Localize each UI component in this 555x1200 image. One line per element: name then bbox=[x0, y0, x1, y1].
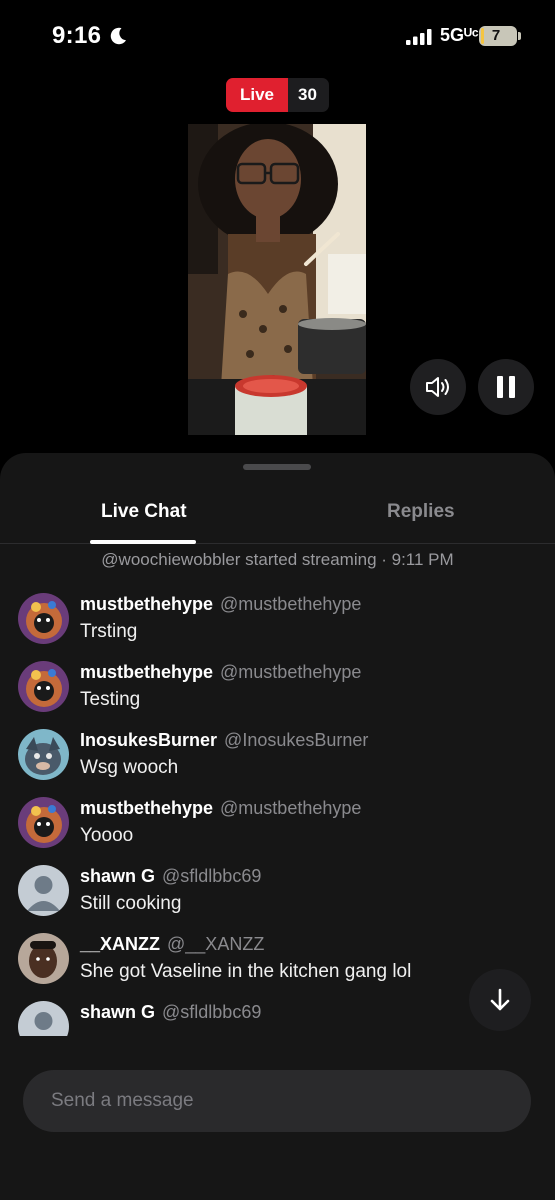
chat-message[interactable]: mustbethehype @mustbethehype Testing bbox=[0, 649, 555, 717]
battery-tip bbox=[518, 32, 521, 40]
chat-list[interactable]: mustbethehype @mustbethehype Trsting mustbe… bbox=[0, 581, 555, 1036]
display-name: shawn G bbox=[80, 866, 156, 886]
speaker-icon bbox=[426, 377, 449, 397]
tab-replies[interactable]: Replies bbox=[387, 501, 455, 523]
avatar[interactable] bbox=[18, 865, 69, 916]
chat-message-text: Testing bbox=[80, 689, 141, 710]
chat-message-text: Wsg wooch bbox=[80, 757, 179, 778]
avatar[interactable] bbox=[18, 933, 69, 984]
avatar[interactable] bbox=[18, 593, 69, 644]
sheet-handle[interactable] bbox=[243, 464, 311, 470]
live-indicator: Live 30 bbox=[226, 78, 329, 112]
chat-message[interactable]: __XANZZ @__XANZZ She got Vaseline in the k… bbox=[0, 921, 555, 989]
avatar[interactable] bbox=[18, 1001, 69, 1036]
chat-message[interactable]: shawn G @sfldlbbc69 Still cooking bbox=[0, 853, 555, 921]
chat-username[interactable]: shawn G @sfldlbbc69 bbox=[80, 1002, 261, 1023]
display-name: mustbethehype bbox=[80, 594, 214, 614]
network-type: 5Gᵁᶜ bbox=[440, 25, 479, 45]
chat-username[interactable]: __XANZZ @__XANZZ bbox=[80, 934, 264, 955]
user-handle: @sfldlbbc69 bbox=[162, 1002, 262, 1022]
message-input[interactable] bbox=[23, 1070, 531, 1132]
composer bbox=[0, 1036, 555, 1200]
chat-message[interactable]: mustbethehype @mustbethehype Trsting bbox=[0, 581, 555, 649]
status-bar: 9:16 5Gᵁᶜ 7 bbox=[0, 0, 555, 72]
chat-message[interactable]: InosukesBurner @InosukesBurner Wsg wooch bbox=[0, 717, 555, 785]
user-handle: @mustbethehype bbox=[220, 594, 362, 614]
avatar[interactable] bbox=[18, 797, 69, 848]
battery-icon: 7 bbox=[479, 26, 521, 46]
pause-icon bbox=[497, 376, 515, 398]
signal-icon bbox=[406, 29, 432, 45]
user-handle: @mustbethehype bbox=[220, 798, 362, 818]
user-handle: @InosukesBurner bbox=[224, 730, 369, 750]
video-frame bbox=[188, 124, 366, 435]
user-handle: @mustbethehype bbox=[220, 662, 362, 682]
display-name: InosukesBurner bbox=[80, 730, 218, 750]
chat-username[interactable]: mustbethehype @mustbethehype bbox=[80, 594, 361, 615]
display-name: mustbethehype bbox=[80, 798, 214, 818]
chat-tabs: Live Chat Replies bbox=[0, 493, 555, 544]
scroll-to-latest-button[interactable] bbox=[469, 969, 531, 1031]
volume-button[interactable] bbox=[410, 359, 466, 415]
chat-message-text: She got Vaseline in the kitchen gang lol bbox=[80, 961, 412, 982]
display-name: shawn G bbox=[80, 1002, 156, 1022]
video-player[interactable] bbox=[188, 124, 366, 435]
chat-username[interactable]: shawn G @sfldlbbc69 bbox=[80, 866, 261, 887]
viewer-count: 30 bbox=[288, 78, 329, 112]
chat-message-text: Yoooo bbox=[80, 825, 134, 846]
chat-sheet: Live Chat Replies @woochiewobbler starte… bbox=[0, 453, 555, 1200]
arrow-down-icon bbox=[490, 988, 510, 1011]
status-time: 9:16 bbox=[52, 22, 102, 49]
stream-started-message: @woochiewobbler started streaming · 9:11… bbox=[101, 550, 454, 569]
battery-percent: 7 bbox=[491, 27, 501, 44]
moon-icon bbox=[110, 27, 126, 45]
chat-message-text: Still cooking bbox=[80, 893, 182, 914]
chat-username[interactable]: InosukesBurner @InosukesBurner bbox=[80, 730, 368, 751]
live-label: Live bbox=[226, 78, 289, 112]
active-tab-indicator bbox=[90, 540, 196, 544]
pause-button[interactable] bbox=[478, 359, 534, 415]
chat-message-text: Trsting bbox=[80, 621, 138, 642]
user-handle: @sfldlbbc69 bbox=[162, 866, 262, 886]
chat-username[interactable]: mustbethehype @mustbethehype bbox=[80, 798, 361, 819]
display-name: mustbethehype bbox=[80, 662, 214, 682]
chat-username[interactable]: mustbethehype @mustbethehype bbox=[80, 662, 361, 683]
display-name: __XANZZ bbox=[80, 934, 161, 954]
chat-message[interactable]: mustbethehype @mustbethehype Yoooo bbox=[0, 785, 555, 853]
avatar[interactable] bbox=[18, 729, 69, 780]
tab-live-chat[interactable]: Live Chat bbox=[101, 501, 187, 523]
avatar[interactable] bbox=[18, 661, 69, 712]
live-stream-screen: 9:16 5Gᵁᶜ 7 Live 30 Live Chat Replies @w… bbox=[0, 0, 555, 1200]
user-handle: @__XANZZ bbox=[167, 934, 265, 954]
